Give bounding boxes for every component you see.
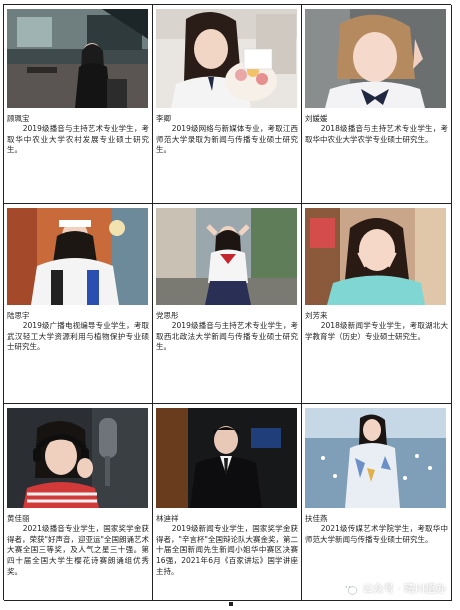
profile-card: 党思彤 2019级播音与主持艺术专业学生，考取西北政法大学新闻与传播专业硕士研究… (153, 204, 302, 404)
profile-photo (156, 408, 297, 508)
profile-bio: 2021级传媒艺术学院学生，考取华中师范大学新闻与传播专业硕士研究生。 (305, 524, 448, 544)
watermark-text: 公众号 · 晴川招办 (362, 583, 446, 595)
profile-photo (156, 9, 297, 108)
profile-card: 刘芳来 2018级新闻学专业学生，考取湖北大学教育学（历史）专业硕士研究生。 (302, 204, 452, 404)
profile-name: 顾珮宝 (7, 114, 30, 123)
profile-photo (7, 9, 148, 108)
profile-bio: 2018级新闻学专业学生，考取湖北大学教育学（历史）专业硕士研究生。 (305, 321, 448, 341)
profile-bio: 2019级新闻专业学生，国家奖学金获得者，"辛言杯"全国辩论队大赛金奖，第二十届… (156, 524, 298, 576)
profile-name: 扶佳燕 (305, 514, 328, 523)
profile-name: 刘芳来 (305, 311, 328, 320)
profile-grid: 顾珮宝 2019级播音与主持艺术专业学生，考取华中农业大学农村发展专业硕士研究生… (3, 4, 452, 601)
profile-name: 黄佳丽 (7, 514, 30, 523)
profile-card: 顾珮宝 2019级播音与主持艺术专业学生，考取华中农业大学农村发展专业硕士研究生… (4, 5, 153, 204)
profile-card: 李卿 2019级网络与新媒体专业，考取江西师范大学录取为新闻与传播专业硕士研究生… (153, 5, 302, 204)
profile-bio: 2021级播音专业学生，国家奖学金获得者，荣获"好声音，迎亚运"全国朗诵艺术大赛… (7, 524, 149, 576)
profile-photo (305, 408, 446, 508)
profile-name: 党思彤 (156, 311, 179, 320)
profile-photo (305, 208, 446, 305)
profile-photo (305, 9, 446, 108)
profile-card: 黄佳丽 2021级播音专业学生，国家奖学金获得者，荣获"好声音，迎亚运"全国朗诵… (4, 404, 153, 601)
profile-photo (7, 208, 148, 305)
profile-name: 李卿 (156, 114, 171, 123)
profile-bio: 2019级播音与主持艺术专业学生，考取西北政法大学新闻与传播专业硕士研究生。 (156, 321, 298, 352)
profile-card: 林迪祥 2019级新闻专业学生，国家奖学金获得者，"辛言杯"全国辩论队大赛金奖，… (153, 404, 302, 601)
profile-bio: 2019级网络与新媒体专业，考取江西师范大学录取为新闻与传播专业硕士研究生。 (156, 124, 298, 155)
wechat-icon (342, 582, 358, 595)
profile-name: 陆思宇 (7, 311, 30, 320)
profile-bio: 2019级播音与主持艺术专业学生，考取华中农业大学农村发展专业硕士研究生。 (7, 124, 149, 155)
profile-name: 刘媛媛 (305, 114, 328, 123)
profile-card: 陆思宇 2019级广播电视编导专业学生，考取武汉轻工大学资源利用与植物保护专业硕… (4, 204, 153, 404)
watermark: 公众号 · 晴川招办 (342, 581, 446, 596)
profile-bio: 2018级播音与主持艺术专业学生，考取华中农业大学农学专业硕士研究生。 (305, 124, 448, 144)
profile-photo (156, 208, 297, 305)
profile-name: 林迪祥 (156, 514, 179, 523)
profile-card: 刘媛媛 2018级播音与主持艺术专业学生，考取华中农业大学农学专业硕士研究生。 (302, 5, 452, 204)
profile-bio: 2019级广播电视编导专业学生，考取武汉轻工大学资源利用与植物保护专业硕士研究生… (7, 321, 149, 352)
profile-card: 扶佳燕 2021级传媒艺术学院学生，考取华中师范大学新闻与传播专业硕士研究生。 (302, 404, 452, 601)
page-marker (229, 602, 233, 606)
profile-photo (7, 408, 148, 508)
